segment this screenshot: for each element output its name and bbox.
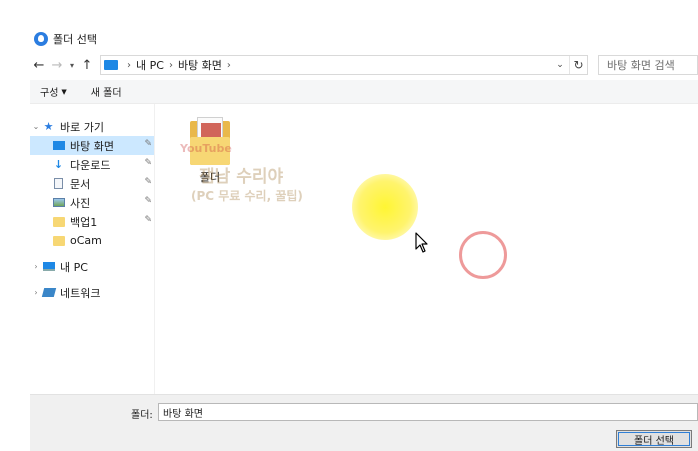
breadcrumb-desktop[interactable]: 바탕 화면 bbox=[178, 57, 222, 73]
desktop-icon bbox=[52, 140, 65, 152]
folder-name-input[interactable]: 바탕 화면 bbox=[158, 403, 698, 421]
refresh-icon[interactable]: ↻ bbox=[569, 56, 587, 74]
pin-icon: ✎ bbox=[144, 177, 152, 187]
pin-icon: ✎ bbox=[144, 139, 152, 149]
sidebar-item-label: 네트워크 bbox=[60, 286, 101, 300]
caret-down-icon: ▼ bbox=[61, 87, 67, 96]
computer-icon bbox=[104, 60, 118, 70]
new-folder-button[interactable]: 새 폴더 bbox=[91, 84, 122, 99]
chevron-right-icon[interactable]: › bbox=[227, 60, 231, 71]
channel-watermark: 잼남 수리야 (PC 무료 수리, 꿀팁) bbox=[179, 162, 303, 204]
click-indicator-ring bbox=[459, 231, 507, 279]
sidebar-item-label: 다운로드 bbox=[70, 158, 111, 172]
sidebar-item-label: 내 PC bbox=[60, 260, 88, 274]
select-folder-button[interactable]: 폴더 선택 bbox=[616, 430, 692, 448]
youtube-logo: YouTube bbox=[180, 142, 232, 155]
document-icon bbox=[52, 178, 65, 190]
sidebar-item-quick-access[interactable]: ⌄ ★ 바로 가기 bbox=[30, 117, 154, 136]
star-pin-icon: ★ bbox=[43, 120, 54, 133]
dialog-footer: 폴더: 바탕 화면 폴더 선택 bbox=[30, 394, 698, 451]
download-icon: ↓ bbox=[53, 158, 64, 171]
chevron-right-icon[interactable]: › bbox=[30, 288, 42, 297]
search-placeholder: 바탕 화면 검색 bbox=[607, 59, 675, 72]
navigation-pane: ⌄ ★ 바로 가기 바탕 화면 ✎ ↓ 다운로드 ✎ 문서 ✎ 사진 ✎ 백업1… bbox=[30, 114, 154, 394]
search-input[interactable]: 바탕 화면 검색 bbox=[598, 55, 698, 75]
sidebar-item-label: 바로 가기 bbox=[60, 120, 104, 134]
sidebar-item-documents[interactable]: 문서 ✎ bbox=[30, 174, 154, 193]
sidebar-item-pictures[interactable]: 사진 ✎ bbox=[30, 193, 154, 212]
sidebar-item-downloads[interactable]: ↓ 다운로드 ✎ bbox=[30, 155, 154, 174]
sidebar-item-label: 백업1 bbox=[70, 215, 98, 229]
pin-icon: ✎ bbox=[144, 196, 152, 206]
address-bar[interactable]: › 내 PC › 바탕 화면 › ⌄ ↻ bbox=[100, 55, 588, 75]
arrow-right-icon[interactable]: → bbox=[48, 55, 66, 75]
arrow-up-icon[interactable]: ↑ bbox=[78, 55, 96, 75]
sidebar-item-label: oCam bbox=[70, 234, 102, 247]
folder-icon bbox=[52, 216, 65, 228]
chevron-right-icon[interactable]: › bbox=[127, 60, 131, 71]
sidebar-item-ocam[interactable]: oCam bbox=[30, 231, 154, 250]
pin-icon: ✎ bbox=[144, 158, 152, 168]
sidebar-item-network[interactable]: › 네트워크 bbox=[30, 283, 154, 302]
sidebar-item-label: 사진 bbox=[70, 196, 91, 210]
command-toolbar: 구성 ▼ 새 폴더 bbox=[30, 80, 698, 104]
address-dropdown-icon[interactable]: ⌄ bbox=[553, 57, 567, 73]
organize-button[interactable]: 구성 ▼ bbox=[40, 84, 67, 100]
folder-picker-dialog: 폴더 선택 ← → ▾ ↑ › 내 PC › 바탕 화면 › ⌄ ↻ 바탕 화면… bbox=[30, 26, 698, 451]
mouse-cursor-icon bbox=[415, 232, 428, 253]
computer-icon bbox=[42, 261, 55, 273]
pictures-icon bbox=[52, 197, 65, 209]
chevron-right-icon[interactable]: › bbox=[30, 262, 42, 271]
chevron-down-icon[interactable]: ▾ bbox=[66, 55, 78, 75]
organize-label: 구성 bbox=[40, 88, 59, 99]
folder-icon bbox=[52, 235, 65, 247]
navigation-bar: ← → ▾ ↑ › 내 PC › 바탕 화면 › ⌄ ↻ 바탕 화면 검색 bbox=[30, 53, 698, 77]
chevron-right-icon[interactable]: › bbox=[169, 60, 173, 71]
arrow-left-icon[interactable]: ← bbox=[30, 55, 48, 75]
chevron-down-icon[interactable]: ⌄ bbox=[30, 122, 42, 131]
pin-icon: ✎ bbox=[144, 215, 152, 225]
app-icon bbox=[34, 32, 48, 46]
sidebar-item-label: 문서 bbox=[70, 177, 91, 191]
folder-name-value: 바탕 화면 bbox=[163, 408, 203, 420]
watermark-subtitle: (PC 무료 수리, 꿀팁) bbox=[191, 189, 303, 203]
title-bar: 폴더 선택 bbox=[30, 26, 698, 52]
watermark-title: 잼남 수리야 bbox=[199, 167, 284, 187]
window-title: 폴더 선택 bbox=[53, 33, 97, 46]
network-icon bbox=[41, 287, 56, 299]
breadcrumb-this-pc[interactable]: 내 PC bbox=[136, 57, 164, 73]
sidebar-item-label: 바탕 화면 bbox=[70, 139, 114, 153]
sidebar-item-backup1[interactable]: 백업1 ✎ bbox=[30, 212, 154, 231]
cursor-highlight bbox=[352, 174, 418, 240]
sidebar-item-desktop[interactable]: 바탕 화면 ✎ bbox=[30, 136, 154, 155]
folder-field-label: 폴더: bbox=[131, 410, 153, 421]
sidebar-item-this-pc[interactable]: › 내 PC bbox=[30, 257, 154, 276]
